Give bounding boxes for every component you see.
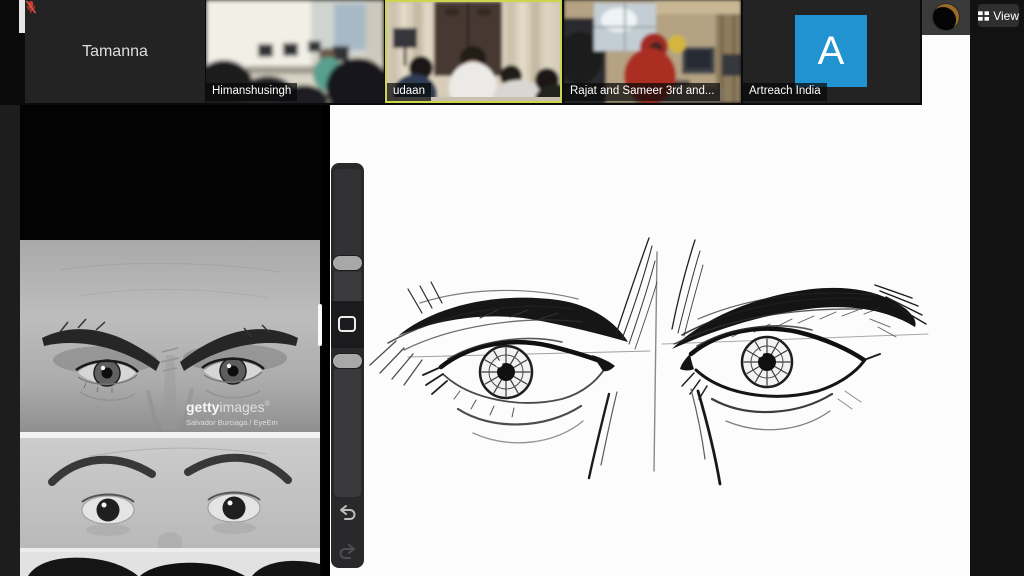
- shared-screen-notch: [922, 33, 970, 105]
- participant-name: Rajat and Sameer 3rd and...: [564, 83, 720, 101]
- participant-tile-artreach-india[interactable]: A Artreach India: [743, 0, 920, 103]
- view-button-label: View: [993, 9, 1019, 23]
- surprised-eyes-photo-graphic: [20, 438, 320, 548]
- eyes-sketch-drawing: [330, 103, 970, 576]
- drawing-canvas: [330, 103, 970, 576]
- getty-watermark: gettyimages®: [186, 399, 271, 415]
- drawing-toolbar: [331, 163, 364, 568]
- self-view-avatar-tile[interactable]: [922, 0, 970, 35]
- slider-fill: [334, 272, 361, 301]
- avatar-letter: A: [818, 29, 845, 74]
- opacity-slider[interactable]: [334, 369, 361, 497]
- participant-name: Himanshusingh: [206, 83, 297, 101]
- participant-tile-tamanna[interactable]: Tamanna: [25, 0, 205, 103]
- zoom-meeting-window: gettyimages® Salvador Burciaga / EyeEm: [0, 0, 1024, 576]
- shared-screen-area: gettyimages® Salvador Burciaga / EyeEm: [0, 103, 970, 576]
- reference-photo-angry-eyes: gettyimages® Salvador Burciaga / EyeEm: [20, 240, 320, 432]
- grid-view-icon: [978, 11, 989, 21]
- undo-button[interactable]: [337, 503, 358, 523]
- right-sidebar-column: View: [970, 0, 1024, 576]
- opacity-slider-handle[interactable]: [333, 354, 362, 368]
- left-dark-column: [0, 103, 20, 576]
- panel-scrollbar-thumb[interactable]: [318, 304, 322, 346]
- color-swatch-zone: [331, 301, 364, 348]
- partial-photo-graphic: [20, 552, 320, 576]
- reference-photo-panel: gettyimages® Salvador Burciaga / EyeEm: [20, 103, 322, 576]
- undo-icon: [337, 503, 358, 523]
- participant-tile-udaan-active-speaker[interactable]: udaan: [385, 0, 562, 103]
- redo-button[interactable]: [337, 542, 358, 562]
- left-scrollbar-thumb[interactable]: [19, 0, 25, 33]
- participant-name: udaan: [387, 83, 431, 101]
- redo-icon: [337, 542, 358, 562]
- view-button[interactable]: View: [978, 4, 1019, 27]
- participant-name: Tamanna: [82, 43, 148, 61]
- participant-name: Artreach India: [743, 83, 827, 101]
- participant-tile-himanshusingh[interactable]: Himanshusingh: [206, 0, 384, 103]
- participant-strip: Tamanna: [0, 0, 922, 105]
- avatar-profile-circle: [933, 4, 959, 30]
- color-swatch-icon[interactable]: [338, 316, 356, 332]
- brush-size-slider-handle[interactable]: [333, 256, 362, 270]
- mic-muted-icon: [25, 0, 37, 14]
- angry-eyes-photo-graphic: gettyimages® Salvador Burciaga / EyeEm: [20, 240, 320, 432]
- participant-tile-rajat-sameer[interactable]: Rajat and Sameer 3rd and...: [564, 0, 741, 103]
- reference-photo-surprised-eyes: [20, 438, 320, 548]
- reference-photo-partial: [20, 552, 320, 576]
- avatar-letter-square: A: [795, 15, 867, 87]
- getty-credit: Salvador Burciaga / EyeEm: [186, 418, 278, 427]
